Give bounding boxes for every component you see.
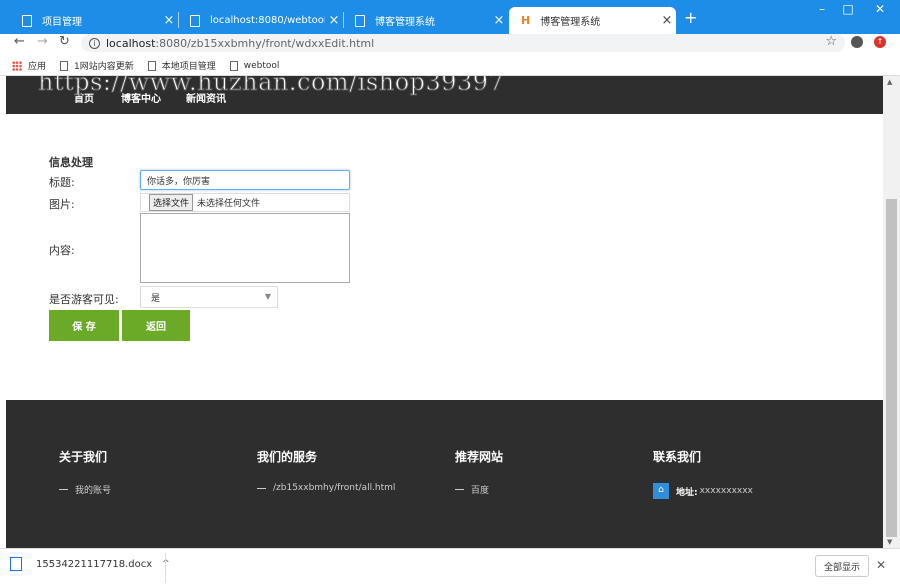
footer-address: ⌂ 地址: xxxxxxxxxx bbox=[653, 483, 753, 499]
site-favicon-icon: H bbox=[521, 14, 531, 27]
footer-about-link[interactable]: 我的账号 bbox=[59, 483, 111, 496]
document-icon bbox=[147, 60, 156, 71]
address-label: 地址: bbox=[676, 487, 698, 498]
file-upload: 选择文件 未选择任何文件 bbox=[140, 193, 350, 212]
visibility-select[interactable]: 是 ▼ bbox=[140, 286, 278, 308]
document-icon bbox=[229, 60, 238, 71]
bookmark-item[interactable]: 本地项目管理 bbox=[147, 59, 216, 72]
home-icon: ⌂ bbox=[653, 483, 669, 499]
visibility-label: 是否游客可见: bbox=[49, 293, 119, 306]
browser-tab-strip: 项目管理 × localhost:8080/webtool/all/inc × … bbox=[0, 0, 900, 34]
forward-arrow-icon[interactable]: → bbox=[37, 34, 48, 49]
title-label: 标题: bbox=[49, 176, 75, 189]
download-filename: 15534221117718.docx bbox=[36, 558, 153, 570]
footer-link-text: /zb15xxbmhy/front/all.html bbox=[273, 483, 396, 493]
chevron-down-icon: ▼ bbox=[264, 292, 271, 301]
dash-icon bbox=[59, 489, 68, 490]
content-textarea[interactable] bbox=[140, 213, 350, 283]
site-footer: 关于我们 我的账号 我们的服务 /zb15xxbmhy/front/all.ht… bbox=[6, 400, 883, 548]
url-path: :8080/zb15xxbmhy/front/wdxxEdit.html bbox=[155, 36, 375, 50]
tab-blog-system-active[interactable]: H 博客管理系统 × bbox=[509, 7, 676, 34]
tab-close-icon[interactable]: × bbox=[325, 13, 343, 28]
footer-recommend-title: 推荐网站 bbox=[455, 450, 504, 464]
bookmark-label: 1网站内容更新 bbox=[74, 62, 134, 72]
tab-webtool[interactable]: localhost:8080/webtool/all/inc × bbox=[178, 7, 344, 34]
scrollbar-thumb[interactable] bbox=[886, 199, 897, 537]
browser-toolbar: ← → ↻ i localhost:8080/zb15xxbmhy/front/… bbox=[0, 34, 900, 54]
download-shelf: 15534221117718.docx ^ 全部显示 ✕ bbox=[0, 548, 900, 586]
address-bar[interactable]: i localhost:8080/zb15xxbmhy/front/wdxxEd… bbox=[81, 34, 845, 52]
footer-link-text: 我的账号 bbox=[75, 486, 112, 496]
tab-close-icon[interactable]: × bbox=[490, 13, 508, 28]
show-all-button[interactable]: 全部显示 bbox=[815, 555, 869, 577]
tab-close-icon[interactable]: × bbox=[160, 13, 178, 28]
divider bbox=[165, 553, 166, 583]
file-icon bbox=[10, 557, 22, 571]
footer-about-title: 关于我们 bbox=[59, 450, 108, 464]
profile-avatar-icon[interactable] bbox=[851, 36, 863, 48]
tab-label: 博客管理系统 bbox=[540, 17, 601, 28]
back-button[interactable]: 返回 bbox=[122, 310, 190, 341]
footer-services: 我们的服务 /zb15xxbmhy/front/all.html bbox=[257, 448, 395, 493]
back-arrow-icon[interactable]: ← bbox=[14, 34, 25, 49]
save-button[interactable]: 保 存 bbox=[49, 310, 119, 341]
window-close-icon[interactable]: ✕ bbox=[870, 2, 890, 16]
footer-services-title: 我们的服务 bbox=[257, 450, 318, 464]
tab-blog-system[interactable]: 博客管理系统 × bbox=[343, 7, 508, 34]
tab-close-icon[interactable]: × bbox=[658, 13, 676, 28]
document-icon bbox=[355, 14, 365, 27]
image-label: 图片: bbox=[49, 198, 75, 211]
new-tab-button[interactable]: + bbox=[684, 8, 697, 27]
address-value: xxxxxxxxxx bbox=[699, 486, 753, 496]
dash-icon bbox=[455, 489, 464, 490]
footer-contact: 联系我们 ⌂ 地址: xxxxxxxxxx bbox=[653, 448, 753, 499]
footer-recommend: 推荐网站 百度 bbox=[455, 448, 503, 496]
document-icon bbox=[190, 14, 200, 27]
url-host: localhost bbox=[106, 36, 156, 50]
file-status: 未选择任何文件 bbox=[197, 199, 261, 209]
tab-label: localhost:8080/webtool/all/inc bbox=[210, 15, 325, 26]
document-icon bbox=[22, 14, 32, 27]
document-icon bbox=[60, 60, 69, 71]
reload-icon[interactable]: ↻ bbox=[59, 34, 70, 49]
bookmark-label: webtool bbox=[243, 60, 280, 71]
extension-icon[interactable]: ↑ bbox=[874, 36, 886, 48]
download-item[interactable]: 15534221117718.docx ^ bbox=[10, 557, 170, 571]
dash-icon bbox=[257, 487, 266, 489]
tab-label: 博客管理系统 bbox=[375, 17, 435, 28]
bookmark-item[interactable]: webtool bbox=[229, 60, 280, 71]
watermark-text: https://www.huzhan.com/ishop39397 bbox=[37, 76, 505, 97]
footer-services-link[interactable]: /zb15xxbmhy/front/all.html bbox=[257, 483, 395, 493]
scroll-up-icon[interactable]: ▲ bbox=[887, 78, 892, 86]
maximize-icon[interactable]: □ bbox=[838, 2, 858, 16]
title-input[interactable] bbox=[140, 170, 350, 190]
bookmark-item[interactable]: 1网站内容更新 bbox=[60, 59, 134, 72]
footer-about: 关于我们 我的账号 bbox=[59, 448, 111, 496]
close-icon[interactable]: ✕ bbox=[876, 558, 886, 572]
choose-file-button[interactable]: 选择文件 bbox=[149, 194, 194, 211]
scroll-down-icon[interactable]: ▼ bbox=[887, 538, 892, 546]
page-scrollbar[interactable]: ▲ ▼ bbox=[883, 76, 900, 548]
footer-link-text: 百度 bbox=[471, 486, 490, 496]
bookmark-label: 本地项目管理 bbox=[161, 62, 216, 72]
footer-recommend-link[interactable]: 百度 bbox=[455, 483, 503, 496]
info-icon[interactable]: i bbox=[89, 37, 100, 49]
minimize-icon[interactable]: – bbox=[812, 2, 832, 16]
tab-label: 项目管理 bbox=[42, 17, 82, 28]
web-page: 首页 博客中心 新闻资讯 信息处理 标题: 图片: 选择文件 未选择任何文件 内… bbox=[6, 76, 883, 548]
bookmark-apps[interactable]: 应用 bbox=[12, 59, 46, 72]
visibility-value: 是 bbox=[151, 293, 161, 304]
bookmark-star-icon[interactable]: ☆ bbox=[825, 34, 837, 49]
tab-project-management[interactable]: 项目管理 × bbox=[10, 7, 179, 34]
bookmarks-bar: 应用 1网站内容更新 本地项目管理 webtool bbox=[0, 56, 900, 76]
apps-grid-icon bbox=[12, 60, 22, 71]
form-heading: 信息处理 bbox=[49, 156, 93, 169]
footer-contact-title: 联系我们 bbox=[653, 450, 702, 464]
content-label: 内容: bbox=[49, 244, 75, 257]
bookmark-label: 应用 bbox=[28, 62, 47, 72]
